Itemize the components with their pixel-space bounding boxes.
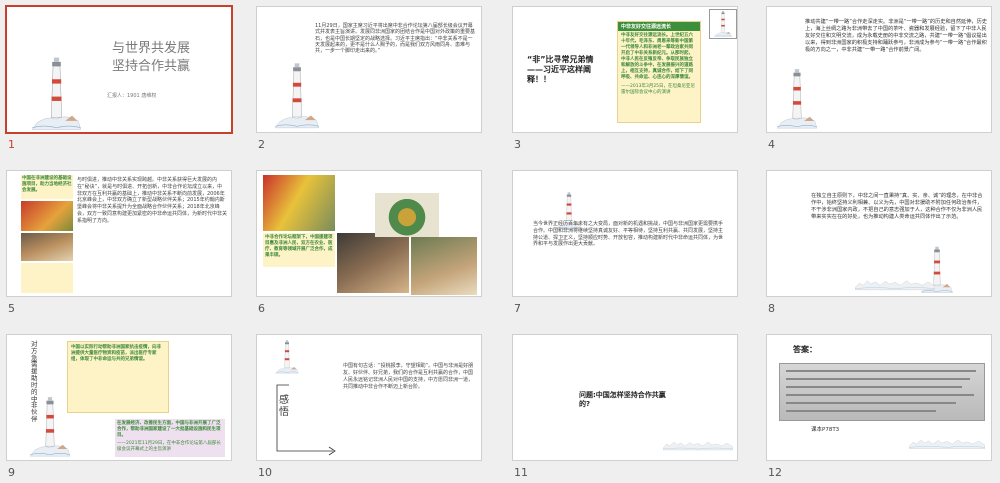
slide-thumbnail-cell: 11月29日，国家主席习近平将出席中非合作论坛第八届部长级会议开幕式并发表主旨演… [250,0,482,155]
quote-box: 中非友好交往源远流长 中非友好交往源远流长。上世纪五六十年代，毛泽东、周恩来等新… [617,21,701,123]
photo-farm [375,193,439,237]
textbook-photo [779,363,985,421]
slide-thumbnail-11[interactable]: 问题:中国怎样坚持合作共赢的? [512,334,738,461]
slide-number: 10 [258,466,272,479]
slide-number: 8 [768,302,775,315]
caption-box: 中非合作论坛框架下，中国援建项目惠及非洲人民，双方在农业、医疗、教育等领域开展广… [263,233,335,267]
lighthouse-illustration [265,339,309,375]
slide-title-line1: 与世界共发展 [111,41,190,56]
slide-thumbnail-cell: 问题:中国怎样坚持合作共赢的? 11 [506,328,738,483]
slide-thumbnail-8[interactable]: 在独立自主原则下，中非之间一直秉持“真、实、亲、诚”的理念，在中非合作中，始终坚… [766,170,992,297]
slide-body-text: 11月29日，国家主席习近平将出席中非合作论坛第八届部长级会议开幕式并发表主旨演… [315,23,476,54]
town-illustration [909,427,985,457]
slide-thumbnail-12[interactable]: 答案： 课本P78T3 [766,334,992,461]
slide-body-text: 推动共建“一带一路”合作走深走实。非洲是“一带一路”的历史和自然延伸，历史上，海… [805,19,987,54]
slide-thumbnail-cell: 在独立自主原则下，中非之间一直秉持“真、实、亲、诚”的理念，在中非合作中，始终坚… [760,164,992,319]
slide-thumbnail-6[interactable]: 中非合作论坛框架下，中国援建项目惠及非洲人民，双方在农业、医疗、教育等领域开展广… [256,170,482,297]
slide-body-text: 当今世界正经历百年未有之大变局，面对新的机遇和挑战，中国与非洲国家更需要携手合作… [533,221,724,248]
textbook-reference: 课本P78T3 [811,427,840,433]
town-illustration [663,431,733,457]
quote-box-body: 中非友好交往源远流长。上世纪五六十年代，毛泽东、周恩来等新中国第一代领导人和非洲… [621,33,693,81]
slide-number: 3 [514,138,521,151]
vertical-heading: 感悟 [279,395,289,418]
slide-number: 6 [258,302,265,315]
slide-body-text: 与时俱进，推动中非关系实现跨越。中非关系获得巨大发展的内在“秘诀”，就是与时俱进… [77,177,228,224]
slide-thumbnail-cell: “非”比寻常兄弟情——习近平这样阐释！！ 中非友好交往源远流长 中非友好交往源远… [506,0,738,155]
slide-number: 11 [514,466,528,479]
slide-thumbnail-2[interactable]: 11月29日，国家主席习近平将出席中非合作论坛第八届部长级会议开幕式并发表主旨演… [256,6,482,133]
quote-box-body: 中国以实际行动帮助非洲国家抗击疫情，向非洲提供大量医疗物资和疫苗，派出医疗专家组… [71,345,161,363]
photo-market [411,237,477,295]
slide-title-line2: 坚持合作共赢 [111,59,190,74]
slide-number: 1 [8,138,15,151]
slide-number: 2 [258,138,265,151]
slide-thumbnail-5[interactable]: 中国在非洲建设的基础设施项目，助力当地经济社会发展。 与时俱进，推动中非关系实现… [6,170,232,297]
town-illustration [855,275,935,291]
lighthouse-illustration [709,9,737,39]
question-text: 问题:中国怎样坚持合作共赢的? [579,391,666,408]
slide-thumbnail-3[interactable]: “非”比寻常兄弟情——习近平这样阐释！！ 中非友好交往源远流长 中非友好交往源远… [512,6,738,133]
lighthouse-illustration [9,55,104,133]
photo-caption: 中非合作论坛框架下，中国援建项目惠及非洲人民，双方在农业、医疗、教育等领域开展广… [265,235,333,259]
lighthouse-illustration [261,61,333,131]
slide-thumbnail-cell: 中非合作论坛框架下，中国援建项目惠及非洲人民，双方在农业、医疗、教育等领域开展广… [250,164,482,319]
slide-thumbnail-1[interactable]: 与世界共发展 坚持合作共赢 汇报人：1901 唐维权 [5,5,233,134]
caption-box: 中国在非洲建设的基础设施项目，助力当地经济社会发展。 [21,175,73,199]
caption-box: 在发展经济、改善民生方面，中国与非洲开展了广泛合作，帮助非洲国家建设了一大批基础… [115,419,225,457]
slide-number: 5 [8,302,15,315]
slide-thumbnail-cell: 推动共建“一带一路”合作走深走实。非洲是“一带一路”的历史和自然延伸，历史上，海… [760,0,992,155]
slide-thumbnail-cell: 与世界共发展 坚持合作共赢 汇报人：1901 唐维权 1 [0,0,233,155]
slide-body-text: 在独立自主原则下，中非之间一直秉持“真、实、亲、诚”的理念，在中非合作中，始终坚… [811,193,983,221]
photo-infrastructure [21,201,73,231]
slide-heading: “非”比寻常兄弟情——习近平这样阐释！！ [527,55,594,84]
photo-workers [21,233,73,261]
photo-caption: 中国在非洲建设的基础设施项目，助力当地经济社会发展。 [22,176,72,194]
caption-box [21,263,73,293]
slide-number: 12 [768,466,782,479]
slide-sorter-grid: 与世界共发展 坚持合作共赢 汇报人：1901 唐维权 1 11月29日，国家主席… [0,0,1000,479]
slide-thumbnail-7[interactable]: 当今世界正经历百年未有之大变局，面对新的机遇和挑战，中国与非洲国家更需要携手合作… [512,170,738,297]
answer-label: 答案： [793,345,817,354]
slide-thumbnail-cell: 中国在非洲建设的基础设施项目，助力当地经济社会发展。 与时俱进，推动中非关系实现… [0,164,232,319]
slide-number: 4 [768,138,775,151]
slide-thumbnail-10[interactable]: 感悟 中国有句古话：“投桃报李，守望相助”。中国与非洲是好朋友、好伙伴、好兄弟，… [256,334,482,461]
slide-byline: 汇报人：1901 唐维权 [107,93,157,99]
quote-box: 中国以实际行动帮助非洲国家抗击疫情，向非洲提供大量医疗物资和疫苗，派出医疗专家组… [67,341,169,413]
slide-thumbnail-4[interactable]: 推动共建“一带一路”合作走深走实。非洲是“一带一路”的历史和自然延伸，历史上，海… [766,6,992,133]
slide-body-text: 中国有句古话：“投桃报李，守望相助”。中国与非洲是好朋友、好伙伴、好兄弟，我们的… [343,363,474,390]
quote-box-title: 中非友好交往源远流长 [618,22,700,31]
slide-number: 7 [514,302,521,315]
photo-people [337,233,409,293]
arrow-bracket-icon [276,384,336,456]
slide-thumbnail-cell: 答案： 课本P78T3 12 [760,328,992,483]
slide-thumbnail-cell: 感悟 中国有句古话：“投桃报李，守望相助”。中国与非洲是好朋友、好伙伴、好兄弟，… [250,328,482,483]
slide-thumbnail-cell: 当今世界正经历百年未有之大变局，面对新的机遇和挑战，中国与非洲国家更需要携手合作… [506,164,738,319]
caption-box-source: ——2021年11月29日，在中非合作论坛第八届部长级会议开幕式上的主旨演讲 [117,441,221,453]
slide-thumbnail-cell: 对方急需援助时的中非伙伴 中国以实际行动帮助非洲国家抗击疫情，向非洲提供大量医疗… [0,328,232,483]
caption-box-body: 在发展经济、改善民生方面，中国与非洲开展了广泛合作，帮助非洲国家建设了一大批基础… [117,421,221,439]
quote-box-source: ——2013年3月25日，在坦桑尼亚尼雷尔国际会议中心的演讲 [621,83,696,95]
photo-ceremony [263,175,335,231]
slide-number: 9 [8,466,15,479]
slide-thumbnail-9[interactable]: 对方急需援助时的中非伙伴 中国以实际行动帮助非洲国家抗击疫情，向非洲提供大量医疗… [6,334,232,461]
lighthouse-illustration [769,67,825,131]
